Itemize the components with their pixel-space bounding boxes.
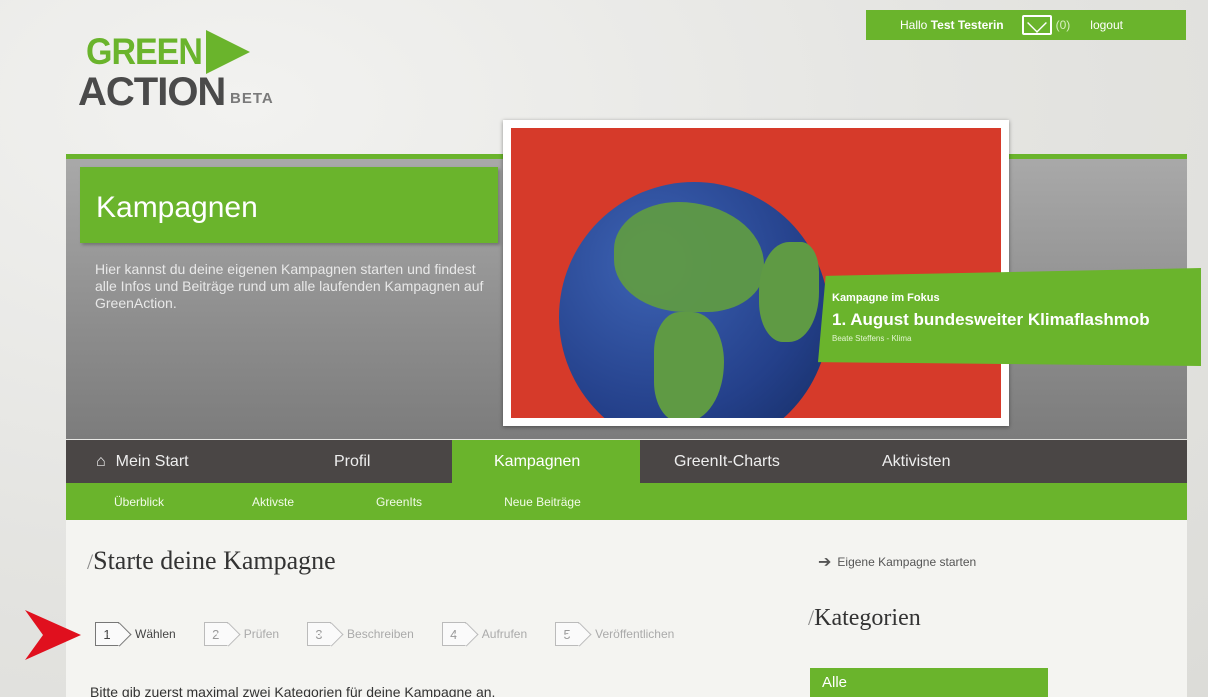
nav-item-kampagnen[interactable]: Kampagnen [452, 440, 640, 483]
hero-title-box: Kampagnen [80, 167, 498, 243]
logo-line-1: GREEN [86, 31, 203, 73]
globe-image [559, 182, 829, 418]
step-aufrufen[interactable]: 4 Aufrufen [441, 622, 528, 646]
main-navigation: ⌂ Mein Start Profil Kampagnen GreenIt-Cha… [66, 440, 1187, 483]
own-campaign-link[interactable]: ➔ Eigene Kampagne starten [818, 552, 976, 572]
nav-item-greenit-charts[interactable]: GreenIt-Charts [640, 440, 880, 483]
nav-label: Mein Start [115, 452, 189, 470]
photo-background [511, 128, 1001, 418]
step-waehlen[interactable]: 1 Wählen [95, 622, 176, 646]
hero-title: Kampagnen [96, 191, 258, 224]
globe-land-east [759, 242, 819, 342]
focus-byline: Beate Steffens - Klima [832, 334, 912, 343]
sub-navigation: Überblick Aktivste GreenIts Neue Beiträg… [66, 483, 1187, 520]
category-alle[interactable]: Alle [810, 668, 1048, 697]
arrow-right-icon: ➔ [818, 554, 832, 571]
logo-line-2: ACTION [78, 70, 226, 114]
logo-arrow-icon [206, 30, 250, 74]
categories-heading-text: Kategorien [814, 605, 921, 631]
own-campaign-label: Eigene Kampagne starten [837, 555, 977, 569]
globe-land-north [614, 202, 764, 312]
campaign-photo[interactable] [503, 120, 1009, 426]
subnav-ueberblick[interactable]: Überblick [114, 495, 164, 509]
categories-heading: /Kategorien [808, 605, 921, 631]
logout-link[interactable]: logout [1090, 18, 1123, 32]
step-number: 3 [307, 622, 332, 646]
step-number: 5 [555, 622, 580, 646]
step-beschreiben[interactable]: 3 Beschreiben [307, 622, 414, 646]
step-number: 4 [441, 622, 466, 646]
hero-description: Hier kannst du deine eigenen Kampagnen s… [95, 261, 484, 311]
subnav-aktivste[interactable]: Aktivste [252, 495, 294, 509]
red-pointer-icon [25, 610, 81, 660]
nav-item-profil[interactable]: Profil [216, 440, 452, 483]
globe-land-south [654, 312, 724, 418]
nav-item-aktivisten[interactable]: Aktivisten [880, 440, 1080, 483]
page-heading: /Starte deine Kampagne [87, 546, 336, 575]
home-icon: ⌂ [96, 452, 106, 470]
step-number: 2 [203, 622, 228, 646]
step-label: Aufrufen [481, 627, 528, 641]
step-label: Wählen [135, 627, 176, 641]
focus-kicker: Kampagne im Fokus [832, 292, 940, 304]
intro-text: Bitte gib zuerst maximal zwei Kategorien… [90, 684, 496, 697]
wizard-steps: 1 Wählen 2 Prüfen 3 Beschreiben 4 Aufrufen 5… [95, 622, 702, 646]
mail-icon[interactable] [1021, 15, 1052, 35]
page-heading-text: Starte deine Kampagne [93, 546, 336, 575]
subnav-greenits[interactable]: GreenIts [376, 495, 422, 509]
step-label: Beschreiben [347, 627, 414, 641]
step-label: Veröffentlichen [595, 627, 675, 641]
greeting-text: Hallo [900, 18, 928, 32]
focus-headline[interactable]: 1. August bundesweiter Klimaflashmob [832, 310, 1150, 330]
greeting: Hallo Test Testerin [900, 18, 1004, 32]
focus-campaign-box[interactable]: Kampagne im Fokus 1. August bundesweiter… [818, 268, 1201, 366]
subnav-neue-beitraege[interactable]: Neue Beiträge [504, 495, 581, 509]
nav-item-mein-start[interactable]: ⌂ Mein Start [66, 440, 216, 483]
step-veroeffentlichen[interactable]: 5 Veröffentlichen [555, 622, 674, 646]
step-pruefen[interactable]: 2 Prüfen [203, 622, 280, 646]
user-bar: Hallo Test Testerin (0) logout [866, 10, 1186, 40]
step-number: 1 [95, 622, 119, 646]
message-count[interactable]: (0) [1056, 18, 1071, 32]
step-label: Prüfen [243, 627, 280, 641]
logo-beta: BETA [230, 90, 274, 107]
user-name[interactable]: Test Testerin [931, 18, 1004, 32]
greenaction-logo[interactable]: GREEN ACTION BETA [78, 30, 278, 114]
